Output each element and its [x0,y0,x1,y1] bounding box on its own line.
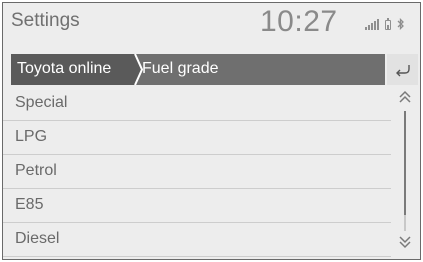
breadcrumb: Toyota online Fuel grade [11,54,385,85]
signal-icon [365,18,379,30]
list-item-label: LPG [15,128,48,145]
back-arrow-icon [395,64,410,76]
status-bar: Settings 10:27 [3,3,420,43]
breadcrumb-label: Toyota online [17,60,112,77]
double-chevron-down-icon[interactable] [396,233,414,251]
list-item-label: Diesel [15,230,60,247]
list-item-label: Special [15,94,68,111]
list-item-lpg[interactable]: LPG [3,121,391,155]
status-icons [365,16,405,30]
settings-screen: Settings 10:27 Toyota online Fuel grade [2,2,421,260]
list-item-label: Petrol [15,162,57,179]
list-item-special[interactable]: Special [3,87,391,121]
screen-title: Settings [11,10,80,31]
breadcrumb-item-fuel-grade: Fuel grade [142,60,219,77]
list-item-petrol[interactable]: Petrol [3,155,391,189]
scrollbar-thumb[interactable] [404,111,406,215]
clock: 10:27 [260,5,338,38]
list-item-diesel[interactable]: Diesel [3,223,391,257]
bluetooth-icon [397,18,404,30]
breadcrumb-item-toyota-online[interactable]: Toyota online [11,54,135,85]
list-item-label: E85 [15,196,44,213]
fuel-grade-list: Special LPG Petrol E85 Diesel [3,87,391,257]
back-button[interactable] [387,54,418,85]
list-item-e85[interactable]: E85 [3,189,391,223]
double-chevron-up-icon[interactable] [396,88,414,106]
battery-icon [385,18,391,30]
